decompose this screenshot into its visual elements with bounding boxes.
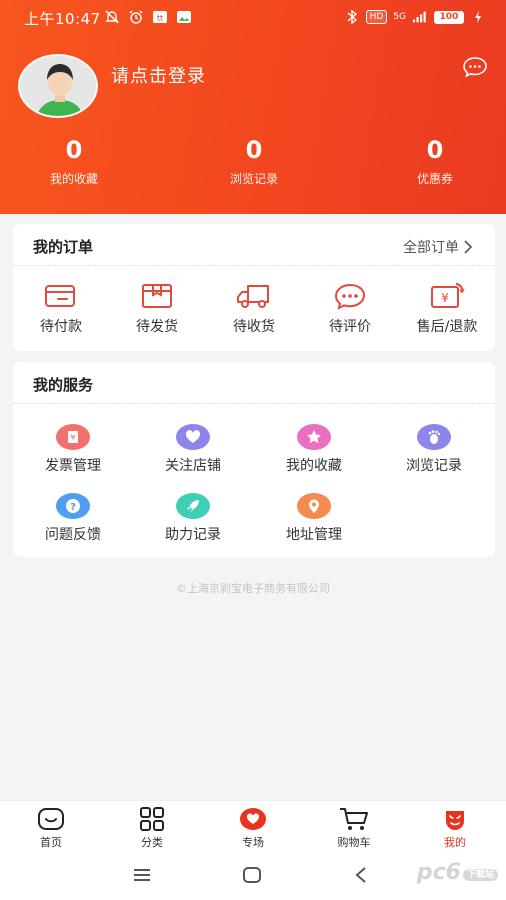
alarm-icon (128, 9, 144, 25)
service-label: 问题反馈 (45, 527, 101, 543)
tab-special[interactable]: 专场 (213, 807, 293, 850)
truck-icon (237, 285, 269, 308)
status-right-icons: HD 5G 100 (344, 9, 486, 25)
location-icon (297, 493, 331, 519)
avatar[interactable] (18, 54, 98, 118)
stat-favorites[interactable]: 0 我的收藏 (4, 136, 144, 187)
service-label: 关注店铺 (165, 458, 221, 474)
order-pending-receipt[interactable]: 待收货 (206, 282, 302, 336)
tab-label: 购物车 (337, 836, 371, 849)
stat-value: 0 (65, 136, 83, 164)
tab-category[interactable]: 分类 (112, 807, 192, 850)
svg-text:¥: ¥ (70, 433, 75, 442)
status-time: 上午10:47 (24, 10, 101, 28)
status-bar: 上午10:47 tt HD 5G 100 (0, 0, 506, 36)
orders-card: 我的订单 全部订单 待付款 待发货 待收货 待评价 ¥ 售后/退款 (13, 224, 495, 351)
watermark-badge: 下载站 (462, 868, 498, 881)
chat-bubble-icon (334, 283, 366, 310)
status-left-icons: tt (104, 9, 192, 25)
profile-header: 上午10:47 tt HD 5G 100 请点击登录 0 我的收藏 0 浏览记录… (0, 0, 506, 214)
order-pending-shipment[interactable]: 待发货 (109, 282, 205, 336)
service-followed-shops[interactable]: 关注店铺 (133, 424, 253, 475)
service-favorites[interactable]: 我的收藏 (254, 424, 374, 475)
signal-icon (412, 9, 428, 25)
bluetooth-icon (344, 9, 360, 25)
order-pending-review[interactable]: 待评价 (302, 282, 398, 336)
services-title: 我的服务 (33, 376, 94, 394)
svg-text:¥: ¥ (441, 291, 449, 305)
service-label: 发票管理 (45, 458, 101, 474)
order-label: 待评价 (329, 319, 371, 335)
service-address[interactable]: 地址管理 (254, 493, 374, 544)
service-feedback[interactable]: ? 问题反馈 (13, 493, 133, 544)
tab-label: 首页 (40, 836, 62, 849)
home-icon (38, 808, 64, 830)
service-label: 助力记录 (165, 527, 221, 543)
orders-card-header: 我的订单 全部订单 (13, 224, 495, 266)
order-label: 售后/退款 (416, 319, 478, 335)
stat-coupons[interactable]: 0 优惠券 (365, 136, 505, 187)
watermark-logo: pc6 下载站 (417, 860, 498, 885)
order-label: 待付款 (40, 319, 82, 335)
invoice-icon: ¥ (56, 424, 90, 450)
tab-label: 我的 (444, 836, 466, 849)
stat-label: 优惠券 (416, 172, 453, 186)
charging-icon (470, 9, 486, 25)
tab-cart[interactable]: 购物车 (314, 807, 394, 850)
back-icon[interactable] (354, 866, 368, 884)
stat-value: 0 (245, 136, 263, 164)
stat-history[interactable]: 0 浏览记录 (184, 136, 324, 187)
orders-title: 我的订单 (33, 238, 94, 256)
mute-bell-icon (104, 9, 120, 25)
battery-indicator: 100 (434, 10, 464, 24)
message-icon[interactable] (462, 56, 488, 78)
order-after-sales[interactable]: ¥ 售后/退款 (399, 282, 495, 336)
home-button-icon[interactable] (242, 866, 262, 884)
bottom-tab-bar: 首页 分类 专场 购物车 我的 (0, 800, 506, 854)
hd-indicator: HD (365, 10, 388, 24)
stat-label: 浏览记录 (229, 172, 278, 186)
user-icon (446, 811, 464, 830)
heart-badge-icon (240, 808, 266, 830)
svg-text:tt: tt (157, 14, 163, 23)
heart-icon (176, 424, 210, 450)
package-icon (142, 284, 172, 308)
grid-icon (140, 807, 164, 831)
chevron-right-icon (464, 240, 473, 254)
service-history[interactable]: 浏览记录 (374, 424, 494, 475)
app-notification-icon: tt (152, 9, 168, 25)
order-label: 待收货 (233, 319, 275, 335)
cart-icon (340, 808, 368, 830)
service-label: 地址管理 (286, 527, 342, 543)
stat-label: 我的收藏 (49, 172, 98, 186)
login-prompt[interactable]: 请点击登录 (111, 62, 206, 88)
network-type: 5G (393, 12, 406, 22)
tab-label: 专场 (242, 836, 264, 849)
rocket-icon (176, 493, 210, 519)
tab-home[interactable]: 首页 (11, 807, 91, 850)
svg-text:?: ? (70, 502, 76, 513)
service-label: 我的收藏 (286, 458, 342, 474)
service-invoice[interactable]: ¥ 发票管理 (13, 424, 133, 475)
tab-mine[interactable]: 我的 (415, 807, 495, 850)
all-orders-label: 全部订单 (403, 240, 459, 256)
service-label: 浏览记录 (406, 458, 462, 474)
order-label: 待发货 (136, 319, 178, 335)
watermark-text: pc6 (416, 860, 461, 885)
service-boost-records[interactable]: 助力记录 (133, 493, 253, 544)
order-pending-payment[interactable]: 待付款 (13, 282, 109, 336)
services-card-header: 我的服务 (13, 362, 495, 404)
footprint-icon (417, 424, 451, 450)
menu-icon[interactable] (132, 867, 152, 883)
copyright-text: ©上海京剥宝电子商务有限公司 (176, 582, 330, 595)
wallet-icon (45, 285, 75, 307)
services-card: 我的服务 ¥ 发票管理 关注店铺 我的收藏 浏览记录 ? 问题反馈 助力记录 地… (13, 362, 495, 557)
all-orders-link[interactable]: 全部订单 (403, 237, 473, 257)
question-icon: ? (56, 493, 90, 519)
gallery-icon (176, 9, 192, 25)
stat-value: 0 (426, 136, 444, 164)
tab-label: 分类 (141, 836, 163, 849)
refund-icon: ¥ (431, 283, 465, 308)
star-icon (297, 424, 331, 450)
